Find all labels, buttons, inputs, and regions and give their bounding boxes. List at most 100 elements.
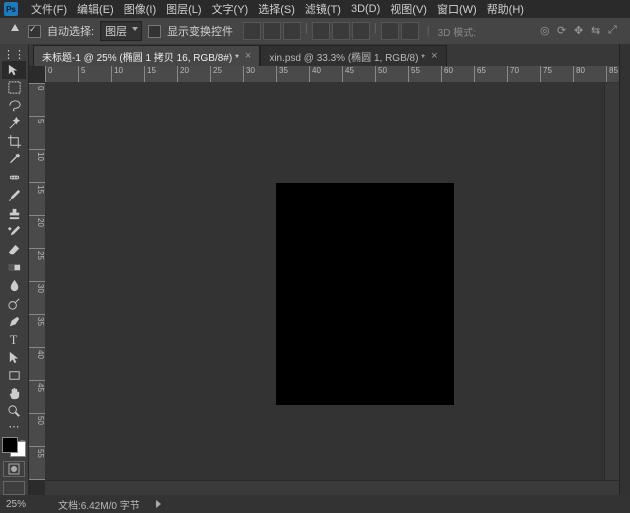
3d-pan-icon[interactable]: ✥ bbox=[574, 24, 588, 38]
align-hcenter-icon[interactable] bbox=[332, 22, 350, 40]
quick-mask-toggle[interactable] bbox=[3, 461, 25, 478]
foreground-color[interactable] bbox=[2, 437, 18, 453]
ruler-tick: 35 bbox=[276, 66, 288, 82]
scrollbar-vertical[interactable] bbox=[604, 83, 619, 480]
toolbar-grip[interactable]: ⋮⋮ bbox=[2, 48, 26, 61]
ruler-tick: 25 bbox=[29, 248, 45, 260]
type-tool[interactable]: T bbox=[2, 330, 26, 348]
align-right-icon[interactable] bbox=[352, 22, 370, 40]
zoom-level[interactable]: 25% bbox=[6, 499, 46, 510]
zoom-tool[interactable] bbox=[2, 402, 26, 420]
document-tabs: 未标题-1 @ 25% (椭圆 1 拷贝 16, RGB/8#) * × xin… bbox=[29, 44, 619, 66]
3d-orbit-icon[interactable]: ◎ bbox=[540, 24, 554, 38]
ruler-tick: 45 bbox=[29, 380, 45, 392]
wand-tool[interactable] bbox=[2, 115, 26, 133]
ruler-tick: 10 bbox=[111, 66, 123, 82]
eyedropper-tool[interactable] bbox=[2, 151, 26, 169]
ruler-tick: 55 bbox=[408, 66, 420, 82]
lasso-tool[interactable] bbox=[2, 97, 26, 115]
blur-tool[interactable] bbox=[2, 277, 26, 295]
eraser-tool[interactable] bbox=[2, 241, 26, 259]
separator: | bbox=[305, 22, 308, 40]
auto-select-label: 自动选择: bbox=[47, 23, 94, 39]
brush-tool[interactable] bbox=[2, 187, 26, 205]
options-bar: 自动选择: 图层 显示变换控件 | | | 3D 模式: ◎ ⟳ ✥ ⇆ ⤢ bbox=[0, 18, 630, 45]
align-left-icon[interactable] bbox=[312, 22, 330, 40]
auto-select-target-dropdown[interactable]: 图层 bbox=[100, 21, 142, 41]
menu-image[interactable]: 图像(I) bbox=[119, 1, 161, 17]
panel-dock[interactable] bbox=[619, 44, 630, 495]
screen-mode-toggle[interactable] bbox=[3, 481, 25, 494]
canvas[interactable] bbox=[46, 83, 604, 480]
3d-roll-icon[interactable]: ⟳ bbox=[557, 24, 571, 38]
color-swatches[interactable]: ⤺ bbox=[2, 437, 26, 457]
ruler-tick: 40 bbox=[309, 66, 321, 82]
status-bar: 25% 文档:6.42M/0 字节 bbox=[0, 495, 630, 513]
pen-tool[interactable] bbox=[2, 312, 26, 330]
ruler-tick: 85 bbox=[606, 66, 618, 82]
show-transform-checkbox[interactable] bbox=[148, 25, 161, 38]
3d-slide-icon[interactable]: ⇆ bbox=[591, 24, 605, 38]
history-brush-tool[interactable] bbox=[2, 223, 26, 241]
close-tab-icon[interactable]: × bbox=[245, 50, 251, 62]
ruler-tick: 15 bbox=[144, 66, 156, 82]
ruler-tick: 40 bbox=[29, 347, 45, 359]
tool-hidden-icon[interactable]: ⋯ bbox=[2, 420, 26, 433]
menu-select[interactable]: 选择(S) bbox=[253, 1, 300, 17]
separator: | bbox=[374, 22, 377, 40]
rectangle-tool[interactable] bbox=[2, 366, 26, 384]
ruler-tick: 5 bbox=[78, 66, 85, 82]
ruler-tick: 45 bbox=[342, 66, 354, 82]
crop-tool[interactable] bbox=[2, 133, 26, 151]
menu-filter[interactable]: 滤镜(T) bbox=[300, 1, 346, 17]
align-group: | | bbox=[243, 22, 419, 40]
ruler-tick: 20 bbox=[177, 66, 189, 82]
menu-window[interactable]: 窗口(W) bbox=[432, 1, 482, 17]
ruler-tick: 35 bbox=[29, 314, 45, 326]
3d-scale-icon[interactable]: ⤢ bbox=[608, 24, 622, 38]
ruler-tick: 30 bbox=[243, 66, 255, 82]
document-tab[interactable]: xin.psd @ 33.3% (椭圆 1, RGB/8) * × bbox=[260, 45, 446, 66]
marquee-tool[interactable] bbox=[2, 79, 26, 97]
toolbar: ⋮⋮ T ⋯ ⤺ bbox=[0, 44, 29, 495]
path-select-tool[interactable] bbox=[2, 348, 26, 366]
menu-layer[interactable]: 图层(L) bbox=[161, 1, 206, 17]
menu-3d[interactable]: 3D(D) bbox=[346, 3, 385, 15]
doc-info[interactable]: 文档:6.42M/0 字节 bbox=[58, 497, 140, 512]
menu-edit[interactable]: 编辑(E) bbox=[72, 1, 119, 17]
align-vcenter-icon[interactable] bbox=[263, 22, 281, 40]
ruler-horizontal[interactable]: 0510152025303540455055606570758085 bbox=[45, 66, 619, 83]
ruler-vertical[interactable]: 05101520253035404550556065 bbox=[29, 83, 46, 480]
gradient-tool[interactable] bbox=[2, 259, 26, 277]
mode-3d-icons: ◎ ⟳ ✥ ⇆ ⤢ bbox=[540, 24, 622, 38]
close-tab-icon[interactable]: × bbox=[431, 50, 437, 62]
stamp-tool[interactable] bbox=[2, 205, 26, 223]
healing-tool[interactable] bbox=[2, 169, 26, 187]
document-tab[interactable]: 未标题-1 @ 25% (椭圆 1 拷贝 16, RGB/8#) * × bbox=[33, 45, 260, 66]
menu-help[interactable]: 帮助(H) bbox=[482, 1, 529, 17]
menu-type[interactable]: 文字(Y) bbox=[207, 1, 254, 17]
auto-select-checkbox[interactable] bbox=[28, 25, 41, 38]
ruler-tick: 70 bbox=[507, 66, 519, 82]
show-transform-label: 显示变换控件 bbox=[167, 23, 233, 39]
hand-tool[interactable] bbox=[2, 384, 26, 402]
align-top-icon[interactable] bbox=[243, 22, 261, 40]
ruler-tick: 10 bbox=[29, 149, 45, 161]
ruler-tick: 30 bbox=[29, 281, 45, 293]
ruler-tick: 50 bbox=[29, 413, 45, 425]
mode-3d-label: 3D 模式: bbox=[438, 24, 476, 39]
ruler-tick: 0 bbox=[45, 66, 52, 82]
ruler-tick: 60 bbox=[29, 479, 45, 480]
distribute-h-icon[interactable] bbox=[381, 22, 399, 40]
move-tool[interactable] bbox=[2, 61, 26, 79]
distribute-v-icon[interactable] bbox=[401, 22, 419, 40]
app-logo: Ps bbox=[4, 2, 18, 16]
artboard[interactable] bbox=[276, 183, 454, 405]
dodge-tool[interactable] bbox=[2, 294, 26, 312]
menu-file[interactable]: 文件(F) bbox=[26, 1, 72, 17]
ruler-tick: 5 bbox=[29, 116, 45, 123]
menu-view[interactable]: 视图(V) bbox=[385, 1, 432, 17]
status-menu-icon[interactable] bbox=[156, 500, 161, 508]
align-bottom-icon[interactable] bbox=[283, 22, 301, 40]
scrollbar-horizontal[interactable] bbox=[45, 480, 619, 495]
